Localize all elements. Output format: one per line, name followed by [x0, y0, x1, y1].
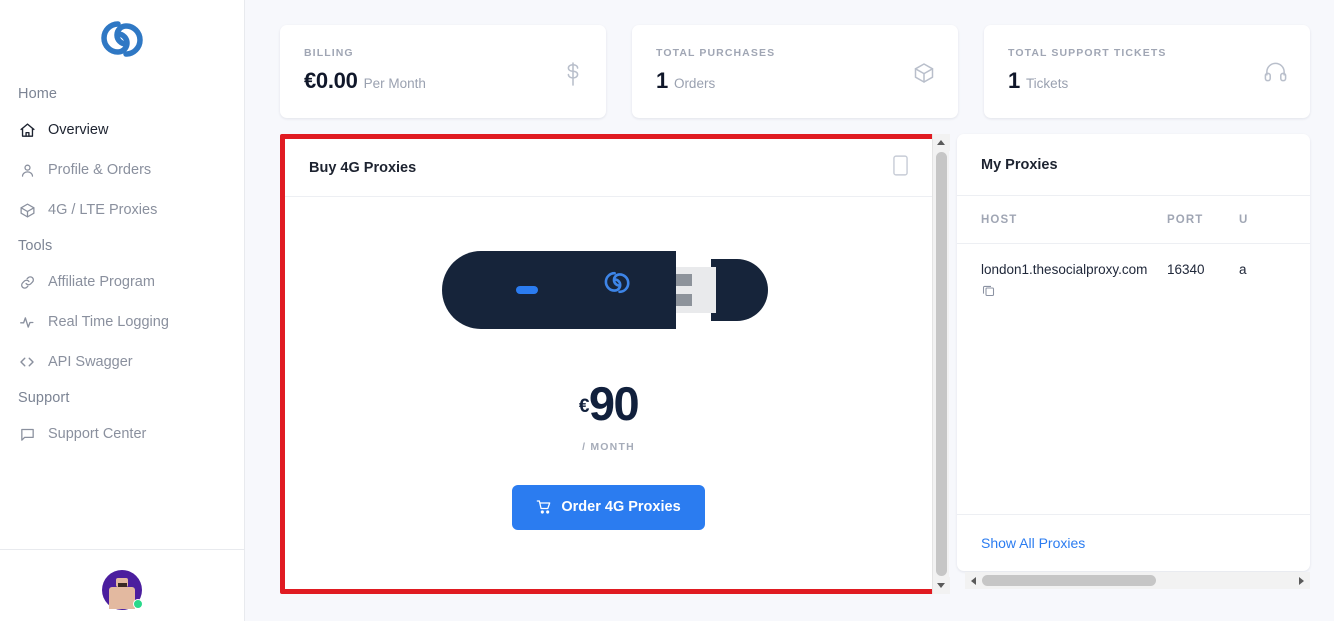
sidebar-item-api-swagger[interactable]: API Swagger — [0, 342, 244, 382]
sidebar-group-tools-label: Tools — [18, 238, 53, 254]
stat-unit: Tickets — [1025, 76, 1069, 91]
code-icon — [18, 353, 36, 371]
horizontal-scrollbar-thumb[interactable] — [982, 575, 1157, 586]
my-proxies-footer: Show All Proxies — [957, 514, 1310, 571]
cell-username: a — [1239, 262, 1247, 277]
my-proxies-panel: My Proxies HOST PORT U london1.thesocial… — [957, 134, 1310, 589]
box-icon — [18, 201, 36, 219]
show-all-proxies-link[interactable]: Show All Proxies — [981, 535, 1085, 551]
proxies-table-header: HOST PORT U — [957, 196, 1310, 244]
headset-icon — [1263, 61, 1288, 83]
content-row: Buy 4G Proxies € 90 / MONTH Order 4G Pro… — [280, 134, 1310, 594]
spiral-links-logo-icon — [101, 21, 143, 57]
column-header-port: PORT — [1167, 213, 1204, 226]
cell-host: london1.thesocialproxy.com — [957, 262, 1167, 301]
sidebar-footer — [0, 549, 244, 621]
brand-logo[interactable] — [0, 0, 244, 78]
sidebar-item-label: 4G / LTE Proxies — [48, 202, 158, 218]
activity-icon — [18, 313, 36, 331]
scroll-left-arrow-icon[interactable] — [965, 572, 982, 589]
user-icon — [18, 161, 36, 179]
price-amount: 90 — [588, 377, 640, 430]
sidebar-item-affiliate-program[interactable]: Affiliate Program — [0, 262, 244, 302]
scroll-right-arrow-icon[interactable] — [1293, 572, 1310, 589]
sidebar-item-4g-lte-proxies[interactable]: 4G / LTE Proxies — [0, 190, 244, 230]
sidebar-group-support-label: Support — [18, 390, 70, 406]
my-proxies-title: My Proxies — [957, 134, 1310, 196]
dollar-icon — [562, 61, 584, 87]
sidebar-item-label: Overview — [48, 122, 109, 138]
buy-card-vertical-scrollbar[interactable] — [932, 134, 950, 594]
proxies-horizontal-scrollbar[interactable] — [965, 572, 1310, 589]
my-proxies-card: My Proxies HOST PORT U london1.thesocial… — [957, 134, 1310, 571]
sidebar-group-home-label: Home — [18, 86, 58, 102]
avatar-figure — [109, 577, 135, 609]
link-icon — [18, 273, 36, 291]
stats-row: BILLING €0.00 Per Month TOTAL PURCHASES … — [280, 25, 1310, 118]
scroll-up-arrow-icon[interactable] — [932, 134, 950, 151]
sidebar-item-label: Profile & Orders — [48, 162, 152, 178]
stat-card-total-support-tickets: TOTAL SUPPORT TICKETS 1 Tickets — [984, 25, 1310, 118]
usb-4g-dongle-image — [436, 245, 781, 340]
sidebar: Home Overview Profile & Orders 4G / LTE … — [0, 0, 245, 621]
online-status-dot — [133, 598, 143, 609]
app-root: Home Overview Profile & Orders 4G / LTE … — [0, 0, 1334, 621]
buy-4g-proxies-card: Buy 4G Proxies € 90 / MONTH Order 4G Pro… — [285, 139, 932, 589]
avatar[interactable] — [102, 569, 143, 610]
stat-card-billing: BILLING €0.00 Per Month — [280, 25, 606, 118]
smartphone-icon — [893, 154, 908, 181]
stat-unit: Orders — [673, 76, 716, 91]
sidebar-item-overview[interactable]: Overview — [0, 110, 244, 150]
stat-value: €0.00 — [304, 68, 358, 93]
cell-port: 16340 — [1167, 262, 1205, 277]
buy-card-body: € 90 / MONTH Order 4G Proxies — [285, 197, 932, 589]
stat-unit: Per Month — [363, 76, 426, 91]
cart-icon — [536, 499, 552, 515]
scroll-down-arrow-icon[interactable] — [932, 577, 950, 594]
price-currency: € — [578, 396, 590, 417]
price-block: € 90 — [578, 377, 640, 430]
sidebar-item-label: Support Center — [48, 426, 147, 442]
table-row: london1.thesocialproxy.com 16340 a — [957, 244, 1310, 301]
buy-card-header: Buy 4G Proxies — [285, 139, 932, 197]
sidebar-item-label: Real Time Logging — [48, 314, 169, 330]
stat-label: BILLING — [304, 47, 354, 59]
price-period: / MONTH — [582, 440, 635, 453]
stat-card-total-purchases: TOTAL PURCHASES 1 Orders — [632, 25, 958, 118]
sidebar-item-support-center[interactable]: Support Center — [0, 414, 244, 454]
horizontal-scrollbar-track[interactable] — [982, 575, 1293, 586]
sidebar-item-label: API Swagger — [48, 354, 133, 370]
buy-card-title: Buy 4G Proxies — [309, 159, 417, 176]
stat-label: TOTAL SUPPORT TICKETS — [1008, 47, 1167, 59]
sidebar-item-label: Affiliate Program — [48, 274, 155, 290]
stat-label: TOTAL PURCHASES — [656, 47, 776, 59]
chat-icon — [18, 425, 36, 443]
stat-value: 1 — [656, 68, 668, 93]
order-button-label: Order 4G Proxies — [561, 499, 681, 516]
column-header-username: U — [1239, 213, 1249, 226]
vertical-scrollbar-thumb[interactable] — [935, 152, 947, 576]
sidebar-item-real-time-logging[interactable]: Real Time Logging — [0, 302, 244, 342]
host-value: london1.thesocialproxy.com — [981, 262, 1148, 277]
proxies-table-spacer — [957, 301, 1310, 514]
package-icon — [912, 61, 936, 85]
order-4g-proxies-button[interactable]: Order 4G Proxies — [512, 484, 705, 530]
copy-icon[interactable] — [981, 283, 996, 301]
sidebar-nav: Home Overview Profile & Orders 4G / LTE … — [0, 78, 244, 549]
column-header-host: HOST — [981, 213, 1018, 226]
proxies-table: HOST PORT U london1.thesocialproxy.com 1… — [957, 196, 1310, 301]
home-icon — [18, 121, 36, 139]
stat-value: 1 — [1008, 68, 1020, 93]
buy-4g-proxies-card-highlight: Buy 4G Proxies € 90 / MONTH Order 4G Pro… — [280, 134, 950, 594]
sidebar-item-profile-orders[interactable]: Profile & Orders — [0, 150, 244, 190]
main-content: BILLING €0.00 Per Month TOTAL PURCHASES … — [245, 0, 1334, 621]
